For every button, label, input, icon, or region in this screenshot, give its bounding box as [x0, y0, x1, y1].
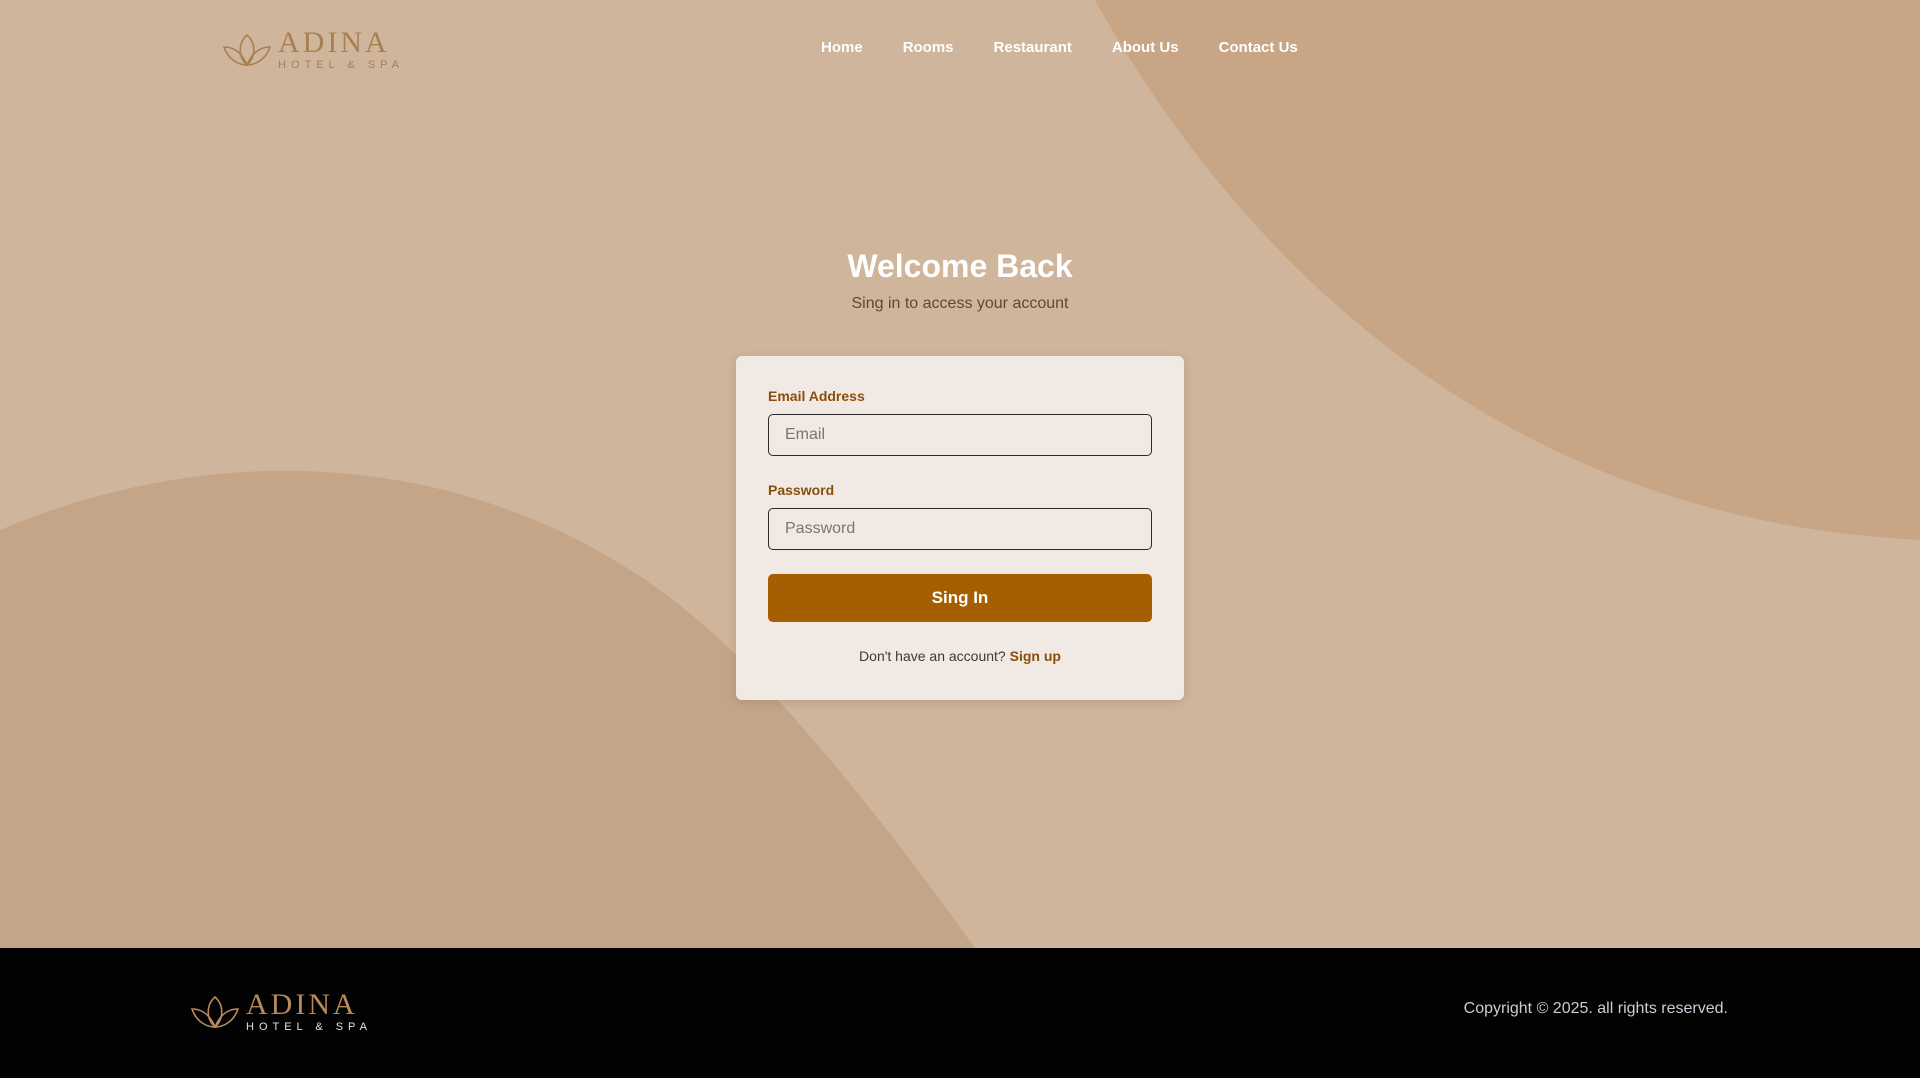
logo-text: ADINA HOTEL & SPA: [246, 990, 372, 1033]
nav-link-contact-us[interactable]: Contact Us: [1219, 39, 1298, 56]
hero-section: ADINA HOTEL & SPA Home Rooms Restaurant …: [0, 0, 1920, 948]
sign-in-button[interactable]: Sing In: [768, 574, 1152, 622]
main-nav: Home Rooms Restaurant About Us Contact U…: [821, 39, 1338, 56]
email-label: Email Address: [768, 388, 865, 404]
nav-link-rooms[interactable]: Rooms: [903, 39, 954, 56]
page-title: Welcome Back: [847, 248, 1073, 284]
copyright-text: Copyright © 2025. all rights reserved.: [1463, 1000, 1728, 1017]
footer-logo[interactable]: ADINA HOTEL & SPA: [190, 990, 372, 1033]
site-header: ADINA HOTEL & SPA Home Rooms Restaurant …: [0, 0, 1920, 100]
header-logo[interactable]: ADINA HOTEL & SPA: [222, 28, 404, 71]
page-subtitle: Sing in to access your account: [851, 295, 1069, 312]
login-card: Email Address Password Sing In Don't hav…: [736, 356, 1184, 700]
sign-up-link[interactable]: Sign up: [1010, 648, 1061, 664]
email-field[interactable]: [768, 414, 1152, 456]
lotus-icon: [222, 33, 272, 66]
password-label: Password: [768, 482, 835, 498]
password-field[interactable]: [768, 508, 1152, 550]
logo-tagline: HOTEL & SPA: [246, 1021, 372, 1033]
signup-row: Don't have an account? Sign up: [768, 648, 1152, 664]
logo-name: ADINA: [246, 988, 358, 1021]
signup-prompt: Don't have an account?: [859, 648, 1006, 664]
nav-link-home[interactable]: Home: [821, 39, 863, 56]
lotus-icon: [190, 995, 240, 1028]
site-footer: ADINA HOTEL & SPA Copyright © 2025. all …: [0, 948, 1920, 1078]
logo-tagline: HOTEL & SPA: [278, 59, 404, 71]
nav-link-restaurant[interactable]: Restaurant: [994, 39, 1072, 56]
logo-text: ADINA HOTEL & SPA: [278, 28, 404, 71]
nav-link-about-us[interactable]: About Us: [1112, 39, 1179, 56]
logo-name: ADINA: [278, 26, 390, 59]
